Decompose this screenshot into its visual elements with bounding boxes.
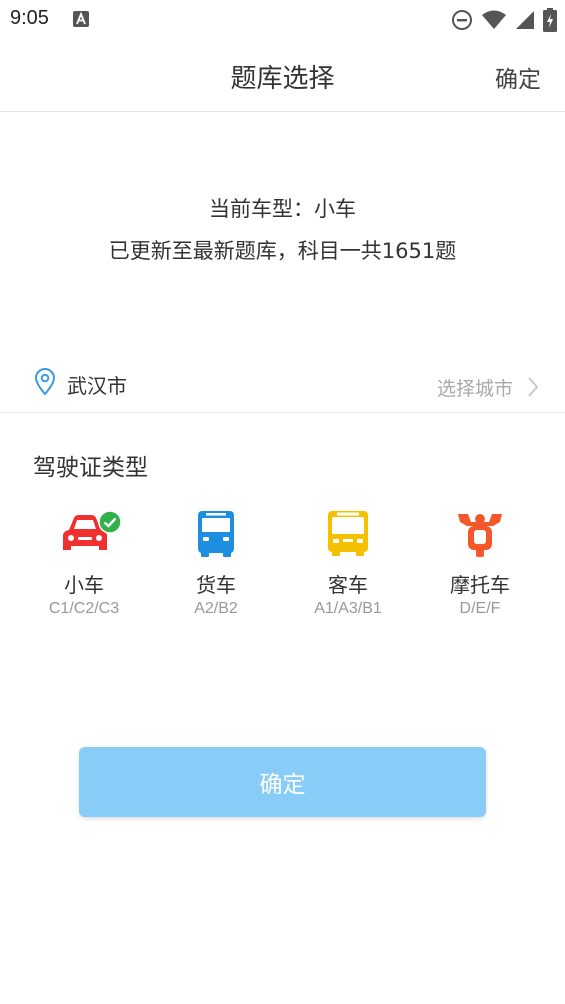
update-status-text: 已更新至最新题库，科目一共1651题 — [108, 239, 457, 263]
license-name: 货车 — [196, 573, 236, 597]
chevron-right-icon — [528, 377, 539, 397]
license-code: A1/A3/B1 — [314, 600, 382, 617]
battery-icon — [543, 8, 557, 32]
header: 题库选择 确定 — [0, 40, 565, 112]
do-not-disturb-icon — [452, 10, 472, 30]
license-type-title: 驾驶证类型 — [33, 455, 148, 481]
select-city-link[interactable]: 选择城市 — [437, 374, 513, 401]
license-name: 摩托车 — [450, 573, 510, 597]
license-name: 客车 — [328, 573, 368, 597]
header-confirm-button[interactable]: 确定 — [495, 60, 541, 94]
license-item-bus[interactable]: 客车 A1/A3/B1 — [282, 508, 414, 628]
signal-icon — [516, 11, 534, 29]
motorcycle-icon — [458, 514, 502, 557]
current-city: 武汉市 — [67, 374, 127, 398]
license-code: A2/B2 — [194, 600, 238, 617]
license-code: C1/C2/C3 — [48, 600, 120, 617]
license-code: D/E/F — [459, 600, 501, 617]
location-pin-icon — [34, 368, 56, 396]
license-item-motorcycle[interactable]: 摩托车 D/E/F — [414, 508, 546, 628]
bus-icon — [328, 511, 368, 556]
license-item-car[interactable]: 小车 C1/C2/C3 — [18, 508, 150, 628]
status-time: 9:05 — [10, 7, 49, 29]
status-bar: 9:05 — [0, 0, 565, 40]
license-name: 小车 — [64, 573, 104, 597]
status-icons — [451, 8, 557, 32]
current-car-type: 当前车型：小车 — [209, 197, 356, 221]
truck-icon — [198, 511, 234, 557]
wifi-icon — [482, 10, 506, 29]
page-title: 题库选择 — [230, 64, 335, 94]
selected-check-icon — [98, 510, 122, 534]
license-item-truck[interactable]: 货车 A2/B2 — [150, 508, 282, 628]
city-selector-row[interactable]: 武汉市 选择城市 — [0, 360, 565, 413]
confirm-button[interactable]: 确定 — [79, 747, 486, 817]
license-type-list: 小车 C1/C2/C3 货车 A2/B2 客车 A1/A3/B1 摩托车 D/E… — [18, 508, 546, 628]
notification-a-icon — [73, 11, 89, 27]
